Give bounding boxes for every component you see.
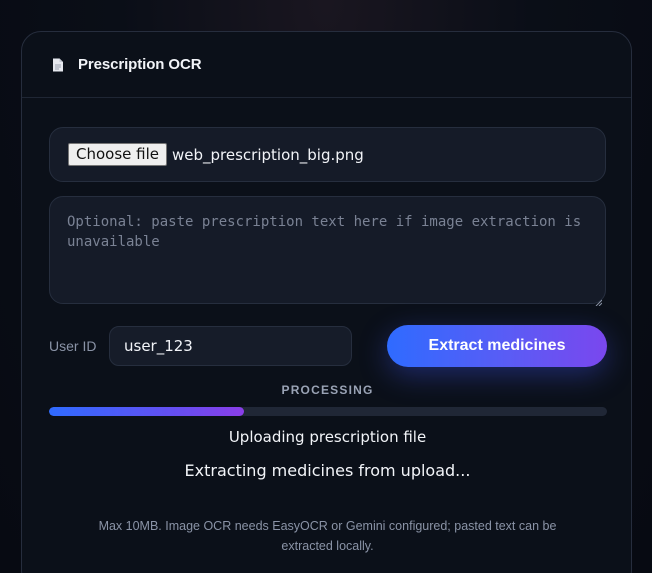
file-upload-field[interactable]: Choose file web_prescription_big.png [49, 127, 606, 182]
prescription-ocr-card: Prescription OCR Choose file web_prescri… [21, 31, 632, 573]
prescription-text-input[interactable] [67, 212, 588, 288]
card-header: Prescription OCR [22, 32, 631, 98]
document-icon [52, 58, 64, 72]
choose-file-button[interactable]: Choose file [68, 143, 167, 166]
progress-bar [49, 407, 607, 416]
page-title: Prescription OCR [78, 56, 202, 73]
user-id-label: User ID [49, 338, 97, 354]
progress-bar-fill [49, 407, 245, 416]
status-primary: Uploading prescription file [228, 428, 427, 446]
processing-label: PROCESSING [281, 383, 374, 397]
extract-medicines-button[interactable]: Extract medicines [387, 325, 607, 367]
user-id-input[interactable] [109, 326, 352, 366]
prescription-text-field[interactable] [49, 196, 606, 307]
footer-note: Max 10MB. Image OCR needs EasyOCR or Gem… [98, 519, 557, 553]
status-secondary: Extracting medicines from upload... [184, 461, 471, 480]
resize-handle-icon[interactable] [595, 293, 603, 307]
selected-file-name: web_prescription_big.png [172, 145, 364, 164]
